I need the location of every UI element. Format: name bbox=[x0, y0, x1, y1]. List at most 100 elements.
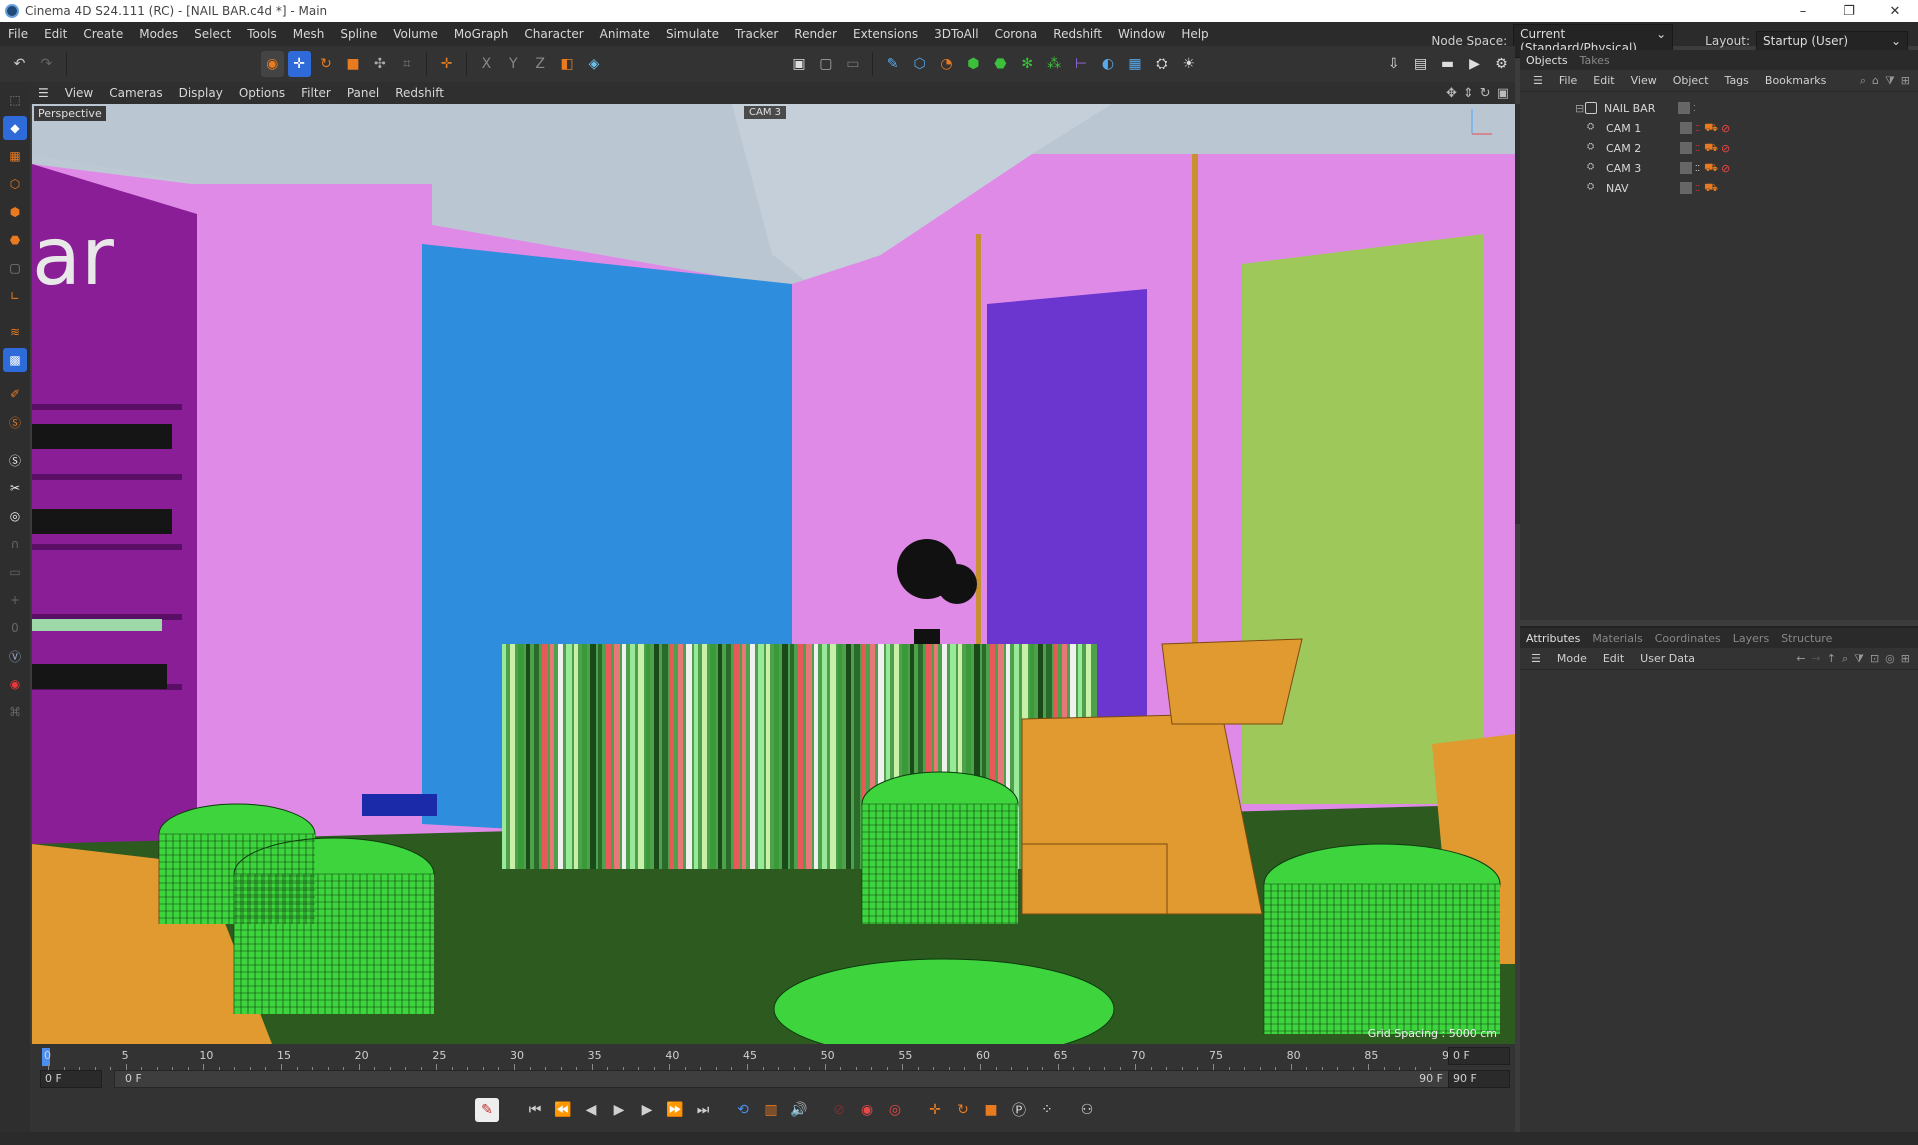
menu-character[interactable]: Character bbox=[516, 27, 591, 41]
home-icon[interactable]: ⌂ bbox=[1872, 74, 1879, 88]
objects-menu-view[interactable]: View bbox=[1623, 74, 1665, 87]
uv-mode-icon[interactable]: ▢ bbox=[3, 256, 27, 280]
previous-key-icon[interactable]: ⏪ bbox=[551, 1098, 575, 1122]
axis-icon[interactable]: ✛ bbox=[435, 51, 458, 77]
next-frame-icon[interactable]: ▶ bbox=[635, 1098, 659, 1122]
field-icon[interactable]: ⊢ bbox=[1070, 51, 1093, 77]
menu-redshift[interactable]: Redshift bbox=[1045, 27, 1110, 41]
light-icon[interactable]: ☀ bbox=[1177, 51, 1200, 77]
workplane-mode-icon[interactable]: ▩ bbox=[3, 348, 27, 372]
object-row-cam2[interactable]: ⛭ CAM 2 ⁚⁚ ⛟ ⊘ bbox=[1575, 138, 1918, 158]
protection-tag-icon[interactable]: ⊘ bbox=[1721, 162, 1730, 175]
points-mode-icon[interactable]: ⬡ bbox=[3, 172, 27, 196]
pan-icon[interactable]: ✥ bbox=[1446, 86, 1457, 101]
visibility-dots-icon[interactable]: ⁚⁚ bbox=[1695, 184, 1700, 193]
make-editable-icon[interactable]: ⬚ bbox=[3, 88, 27, 112]
coordinate-system-icon[interactable]: ◧ bbox=[556, 51, 579, 77]
nudge-icon[interactable]: + bbox=[3, 588, 27, 612]
render-view-icon[interactable]: ▢ bbox=[814, 51, 837, 77]
menu-render[interactable]: Render bbox=[786, 27, 845, 41]
protection-tag-icon[interactable]: ⊘ bbox=[1721, 122, 1730, 135]
filter-icon[interactable]: ⧩ bbox=[1885, 74, 1895, 88]
layer-checkbox-icon[interactable] bbox=[1680, 142, 1692, 154]
viewport-menu-filter[interactable]: Filter bbox=[293, 86, 339, 100]
object-row-cam1[interactable]: ⛭ CAM 1 ⁚⁚ ⛟ ⊘ bbox=[1575, 118, 1918, 138]
layer-checkbox-icon[interactable] bbox=[1680, 162, 1692, 174]
start-frame-field[interactable]: 0 F bbox=[40, 1070, 102, 1088]
parameter-key-icon[interactable]: Ⓟ bbox=[1007, 1098, 1031, 1122]
zero-icon[interactable]: 0 bbox=[3, 616, 27, 640]
attributes-menu-edit[interactable]: Edit bbox=[1595, 652, 1632, 665]
camera-tag-icon[interactable]: ⛟ bbox=[1704, 121, 1718, 136]
hamburger-menu-icon[interactable]: ☰ bbox=[1523, 652, 1549, 665]
tab-attributes[interactable]: Attributes bbox=[1520, 632, 1586, 645]
go-to-start-icon[interactable]: ⏮ bbox=[523, 1098, 547, 1122]
z-axis-lock-icon[interactable]: Z bbox=[529, 51, 552, 77]
tab-structure[interactable]: Structure bbox=[1775, 632, 1838, 645]
3d-viewport[interactable]: ar Perspective CAM 3 Grid Spacing : 5000 bbox=[32, 104, 1515, 1044]
vray-icon[interactable]: Ⓥ bbox=[3, 644, 27, 668]
lock-icon[interactable]: ∩ bbox=[3, 532, 27, 556]
objects-menu-object[interactable]: Object bbox=[1665, 74, 1717, 87]
menu-mesh[interactable]: Mesh bbox=[285, 27, 333, 41]
wrench-icon[interactable]: ✂ bbox=[3, 476, 27, 500]
back-arrow-icon[interactable]: ← bbox=[1796, 652, 1805, 666]
minimize-button[interactable]: – bbox=[1780, 0, 1826, 22]
menu-modes[interactable]: Modes bbox=[131, 27, 186, 41]
polygons-mode-icon[interactable]: ⬣ bbox=[3, 228, 27, 252]
undo-icon[interactable]: ↶ bbox=[8, 51, 31, 77]
restore-button[interactable]: ❐ bbox=[1826, 0, 1872, 22]
redshift-icon[interactable]: Ⓢ bbox=[3, 448, 27, 472]
bend-deformer-icon[interactable]: ◔ bbox=[935, 51, 958, 77]
render-active-view-icon[interactable]: ▶ bbox=[1463, 51, 1486, 77]
zoom-icon[interactable]: ⇕ bbox=[1463, 86, 1474, 101]
motion-record-icon[interactable]: ⊘ bbox=[827, 1098, 851, 1122]
point-level-icon[interactable]: ⁘ bbox=[1035, 1098, 1059, 1122]
tab-layers[interactable]: Layers bbox=[1727, 632, 1775, 645]
settings-gear-icon[interactable]: ⚙ bbox=[1490, 51, 1513, 77]
layer-checkbox-icon[interactable] bbox=[1680, 182, 1692, 194]
previous-frame-icon[interactable]: ◀ bbox=[579, 1098, 603, 1122]
timeline-ruler[interactable]: 051015202530354045505560657075808590 bbox=[42, 1046, 1456, 1070]
viewport-menu-panel[interactable]: Panel bbox=[339, 86, 387, 100]
rotate-icon[interactable]: ↻ bbox=[315, 51, 338, 77]
clapboard-icon[interactable]: ▬ bbox=[1436, 51, 1459, 77]
viewport-menu-redshift[interactable]: Redshift bbox=[387, 86, 452, 100]
paint-icon[interactable]: ✐ bbox=[3, 382, 27, 406]
cube-icon[interactable]: ⬡ bbox=[908, 51, 931, 77]
protection-tag-icon[interactable]: ⊘ bbox=[1721, 142, 1730, 155]
object-row-nav[interactable]: ⛭ NAV ⁚⁚ ⛟ bbox=[1575, 178, 1918, 198]
extrude-icon[interactable]: ⬣ bbox=[989, 51, 1012, 77]
autokey-icon[interactable]: ◎ bbox=[883, 1098, 907, 1122]
loop-icon[interactable]: ⟲ bbox=[731, 1098, 755, 1122]
texture-mode-icon[interactable]: ▦ bbox=[3, 144, 27, 168]
script-icon[interactable]: ⌘ bbox=[3, 700, 27, 724]
menu-edit[interactable]: Edit bbox=[36, 27, 75, 41]
menu-volume[interactable]: Volume bbox=[385, 27, 446, 41]
deformer-icon[interactable]: ◐ bbox=[1097, 51, 1120, 77]
transform-icon[interactable]: ✣ bbox=[368, 51, 391, 77]
corona-icon[interactable]: ◉ bbox=[3, 672, 27, 696]
camera-tag-icon[interactable]: ⛟ bbox=[1704, 181, 1718, 196]
tab-objects[interactable]: Objects bbox=[1520, 54, 1574, 67]
forward-arrow-icon[interactable]: → bbox=[1812, 652, 1821, 666]
sound-icon[interactable]: 🔊 bbox=[787, 1098, 811, 1122]
render-region-icon[interactable]: ▣ bbox=[788, 51, 811, 77]
objects-menu-bookmarks[interactable]: Bookmarks bbox=[1757, 74, 1834, 87]
spiral-icon[interactable]: ◎ bbox=[3, 504, 27, 528]
model-mode-icon[interactable]: ◆ bbox=[3, 116, 27, 140]
rotation-key-icon[interactable]: ↻ bbox=[951, 1098, 975, 1122]
attributes-menu-mode[interactable]: Mode bbox=[1549, 652, 1595, 665]
viewport-menu-options[interactable]: Options bbox=[231, 86, 293, 100]
visibility-dots-icon[interactable]: ⁚⁚ bbox=[1695, 164, 1700, 173]
new-window-icon[interactable]: ⊞ bbox=[1901, 652, 1910, 666]
x-axis-lock-icon[interactable]: X bbox=[475, 51, 498, 77]
render-to-picture-viewer-icon[interactable]: ▤ bbox=[1409, 51, 1432, 77]
menu-file[interactable]: File bbox=[0, 27, 36, 41]
floor-icon[interactable]: ▦ bbox=[1123, 51, 1146, 77]
axis-mode-icon[interactable]: ∟ bbox=[3, 284, 27, 308]
menu-3dtoall[interactable]: 3DToAll bbox=[926, 27, 986, 41]
lock-icon[interactable]: ⊡ bbox=[1870, 652, 1879, 666]
camera-tag-icon[interactable]: ⛟ bbox=[1704, 141, 1718, 156]
filter-icon[interactable]: ⧩ bbox=[1854, 652, 1864, 666]
